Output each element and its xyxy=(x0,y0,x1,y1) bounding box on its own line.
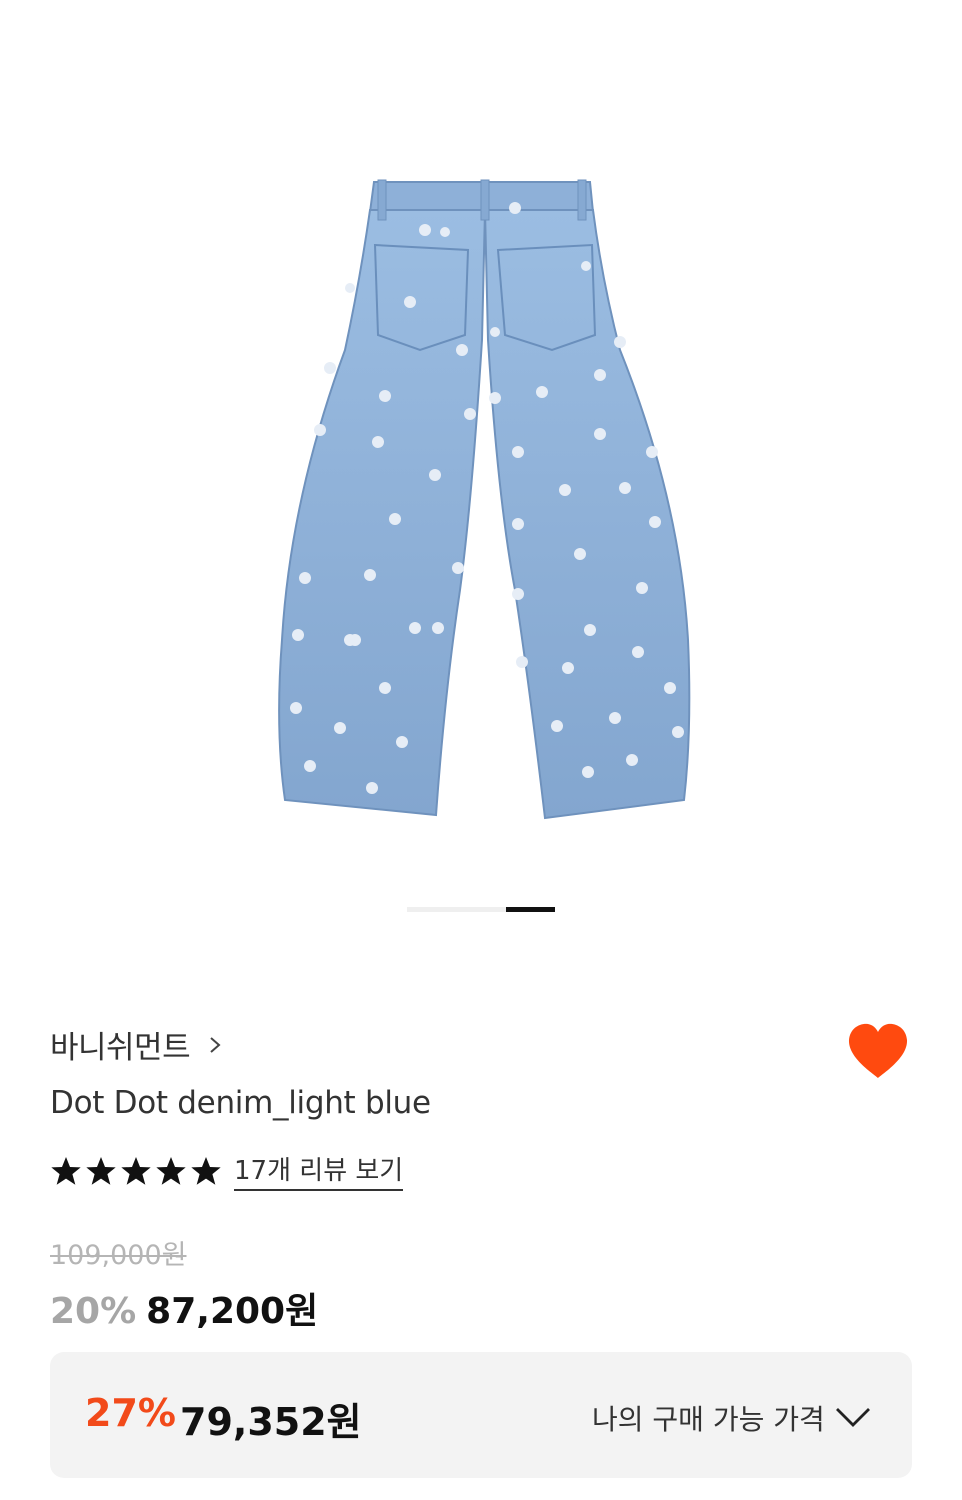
brand-name: 바니쉬먼트 xyxy=(50,1030,191,1066)
price-row: 20% 87,200원 xyxy=(50,1282,318,1334)
chevron-down-icon xyxy=(836,1408,870,1427)
chevron-right-icon xyxy=(210,1036,221,1053)
my-price-label: 나의 구매 가능 가격 xyxy=(592,1403,825,1436)
star-icon xyxy=(191,1156,221,1185)
sale-price: 87,200원 xyxy=(146,1291,319,1332)
star-icon xyxy=(51,1156,81,1185)
star-icon xyxy=(86,1156,116,1185)
my-price: 79,352원 xyxy=(180,1400,362,1444)
image-pagination-indicator xyxy=(407,907,555,912)
image-pagination-active xyxy=(506,907,555,912)
rating-stars xyxy=(50,1155,222,1187)
star-icon xyxy=(156,1156,186,1185)
product-name: Dot Dot denim_light blue xyxy=(50,1085,431,1121)
my-discount-rate: 27% xyxy=(85,1391,176,1435)
product-image-jeans xyxy=(278,179,691,820)
product-image-gallery[interactable] xyxy=(0,0,962,960)
rating-row: 17개 리뷰 보기 xyxy=(50,1150,404,1191)
brand-link[interactable]: 바니쉬먼트 xyxy=(50,1022,226,1067)
heart-icon[interactable] xyxy=(846,1022,910,1082)
original-price: 109,000원 xyxy=(50,1240,187,1271)
my-price-toggle[interactable]: 27% 79,352원 나의 구매 가능 가격 xyxy=(50,1352,912,1478)
star-icon xyxy=(121,1156,151,1185)
review-link[interactable]: 17개 리뷰 보기 xyxy=(234,1150,404,1191)
discount-rate: 20% xyxy=(50,1291,137,1332)
